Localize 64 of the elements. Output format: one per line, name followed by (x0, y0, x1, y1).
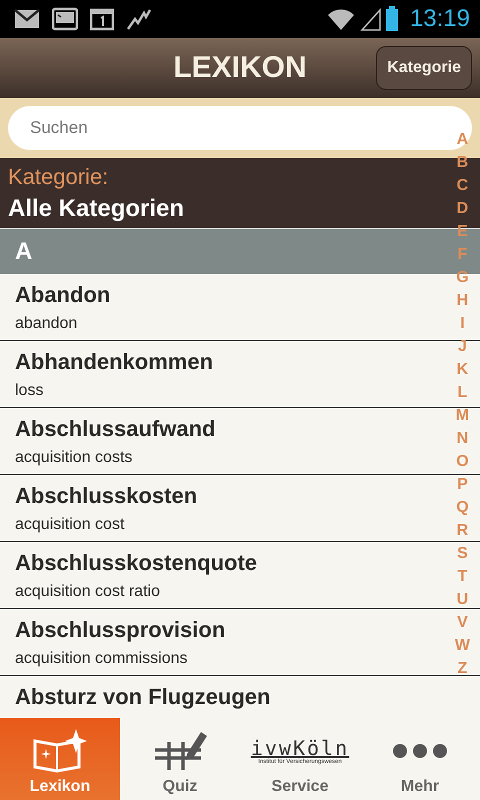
term-text: Abschlussprovision (15, 616, 226, 644)
book-icon (31, 729, 89, 773)
signal-icon (360, 6, 382, 32)
calendar-icon (90, 7, 114, 31)
term-text: Abschlusskostenquote (15, 549, 258, 577)
index-letter[interactable]: Z (458, 657, 468, 680)
index-letter[interactable]: G (456, 266, 469, 289)
index-letter[interactable]: J (458, 335, 467, 358)
tab-label: Mehr (400, 778, 440, 796)
index-letter[interactable]: S (457, 542, 468, 565)
index-letter[interactable]: V (457, 611, 468, 634)
list-item[interactable]: Abhandenkommen loss (0, 341, 448, 407)
index-letter[interactable]: L (458, 381, 468, 404)
index-letter[interactable]: U (456, 588, 468, 611)
tab-label: Lexikon (30, 778, 90, 796)
index-letter[interactable]: H (456, 289, 468, 312)
tab[interactable]: Mehr (360, 718, 480, 800)
term-text: Abschlussaufwand (15, 415, 216, 443)
tab[interactable]: Lexikon (0, 718, 120, 800)
index-letter[interactable]: N (456, 427, 468, 450)
index-letter[interactable]: R (456, 519, 468, 542)
index-letter[interactable]: A (456, 128, 468, 151)
tab-label: Quiz (162, 778, 198, 796)
index-letter[interactable]: D (456, 197, 468, 220)
index-letter[interactable]: C (456, 174, 468, 197)
index-letter[interactable]: K (456, 358, 468, 381)
logo-text: ivwKöln (250, 737, 350, 759)
list-item[interactable]: Abandon abandon (0, 274, 448, 340)
list-item[interactable]: Abschlussprovision acquisition commissions (0, 609, 448, 675)
list-item[interactable]: Absturz von Flugzeugen (0, 676, 448, 718)
index-letter[interactable]: T (458, 565, 468, 588)
tab-label: Service (272, 778, 328, 796)
index-letter[interactable]: B (456, 151, 468, 174)
index-letter[interactable]: I (460, 312, 465, 335)
index-letter[interactable]: F (458, 243, 468, 266)
translation-text: abandon (15, 314, 78, 334)
screen-title: LEXIKON (173, 51, 307, 85)
index-letter[interactable]: Q (456, 496, 469, 519)
term-text: Absturz von Flugzeugen (15, 683, 270, 711)
mail-icon (14, 7, 40, 31)
list-item[interactable]: Abschlusskostenquote acquisition cost ratio (0, 542, 448, 608)
terminal-icon (52, 7, 78, 31)
category-button[interactable]: Kategorie (376, 46, 472, 90)
translation-text: acquisition commissions (15, 649, 188, 669)
translation-text: acquisition costs (15, 448, 132, 468)
tab[interactable]: Quiz (120, 718, 240, 800)
translation-text: loss (15, 381, 44, 401)
index-letter[interactable]: W (454, 634, 470, 657)
term-text: Abhandenkommen (15, 348, 214, 376)
index-letter[interactable]: O (456, 450, 469, 473)
more-icon (392, 743, 448, 759)
term-text: Abschlusskosten (15, 482, 198, 510)
category-label: Kategorie: (8, 163, 108, 191)
chart-icon (126, 7, 152, 31)
term-text: Abandon (15, 281, 110, 309)
list-item[interactable]: Abschlusskosten acquisition cost (0, 475, 448, 541)
battery-icon (386, 6, 398, 32)
category-value: Alle Kategorien (8, 194, 184, 224)
clock-time: 13:19 (410, 5, 470, 33)
index-letter[interactable]: M (456, 404, 470, 427)
translation-text: acquisition cost (15, 515, 124, 535)
translation-text: acquisition cost ratio (15, 582, 160, 602)
list-item[interactable]: Abschlussaufwand acquisition costs (0, 408, 448, 474)
index-letter[interactable]: P (457, 473, 468, 496)
